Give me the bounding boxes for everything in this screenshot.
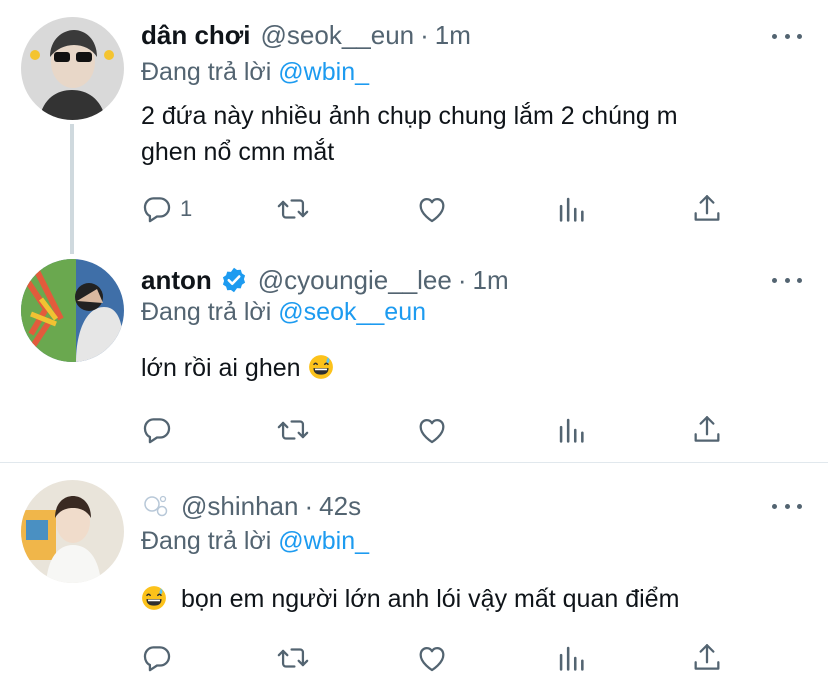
grinning-sweat-emoji xyxy=(308,354,334,380)
avatar[interactable] xyxy=(21,17,124,120)
analytics-button[interactable] xyxy=(554,191,588,227)
reply-button[interactable] xyxy=(140,640,174,676)
replying-to: Đang trả lời @wbin_ xyxy=(141,527,369,556)
separator-dot: · xyxy=(457,264,467,295)
tweet-2[interactable]: anton @cyoungie__lee · 1m Đang trả lời @… xyxy=(0,250,828,462)
tweet-text: bọn em người lớn anh lói vậy mất quan đi… xyxy=(141,581,801,617)
tweet-header: dân chơi @seok__eun · 1m xyxy=(141,18,471,52)
user-handle[interactable]: @cyoungie__lee xyxy=(258,265,452,296)
tweet-text: 2 đứa này nhiều ảnh chụp chung lắm 2 chú… xyxy=(141,98,801,170)
share-icon xyxy=(690,192,724,226)
reply-icon xyxy=(140,641,174,675)
retweet-button[interactable] xyxy=(276,412,310,448)
display-name[interactable]: dân chơi xyxy=(141,20,251,51)
analytics-icon xyxy=(554,413,588,447)
user-handle[interactable]: @seok__eun xyxy=(261,20,415,51)
reply-icon xyxy=(140,413,174,447)
tweet-3[interactable]: @shinhan · 42s Đang trả lời @wbin_ bọn e… xyxy=(0,463,828,693)
heart-icon xyxy=(415,413,449,447)
thread-line xyxy=(70,124,74,254)
tweet-text: lớn rồi ai ghen xyxy=(141,350,801,386)
heart-icon xyxy=(415,192,449,226)
timestamp[interactable]: 1m xyxy=(473,265,509,296)
share-button[interactable] xyxy=(690,412,724,448)
more-options-icon[interactable] xyxy=(772,501,802,511)
tweet-text-line: 2 đứa này nhiều ảnh chụp chung lắm 2 chú… xyxy=(141,102,678,130)
replying-to: Đang trả lời @seok__eun xyxy=(141,298,426,327)
share-icon xyxy=(690,641,724,675)
share-button[interactable] xyxy=(690,640,724,676)
replying-to-label: Đang trả lời xyxy=(141,58,272,86)
analytics-icon xyxy=(554,641,588,675)
reply-button[interactable] xyxy=(140,412,174,448)
share-button[interactable] xyxy=(690,191,724,227)
tweet-text-content: lớn rồi ai ghen xyxy=(141,354,301,382)
avatar[interactable] xyxy=(21,480,124,583)
retweet-button[interactable] xyxy=(276,191,310,227)
analytics-button[interactable] xyxy=(554,640,588,676)
like-button[interactable] xyxy=(415,412,449,448)
retweet-icon xyxy=(276,413,310,447)
retweet-icon xyxy=(276,641,310,675)
analytics-icon xyxy=(554,192,588,226)
display-name[interactable]: anton xyxy=(141,265,212,296)
replying-to-label: Đang trả lời xyxy=(141,298,272,326)
tweet-1[interactable]: dân chơi @seok__eun · 1m Đang trả lời @w… xyxy=(0,0,828,254)
grinning-sweat-emoji xyxy=(141,585,167,611)
action-bar: 1 xyxy=(140,191,740,227)
retweet-button[interactable] xyxy=(276,640,310,676)
timestamp[interactable]: 1m xyxy=(435,20,471,51)
reply-count: 1 xyxy=(180,196,193,221)
tweet-text-line: ghen nổ cmn mắt xyxy=(141,138,335,166)
mention-link[interactable]: @wbin_ xyxy=(278,527,369,555)
user-handle[interactable]: @shinhan xyxy=(181,491,298,522)
reply-icon xyxy=(140,192,174,226)
tweet-header: anton @cyoungie__lee · 1m xyxy=(141,263,509,297)
like-button[interactable] xyxy=(415,640,449,676)
replying-to-label: Đang trả lời xyxy=(141,527,272,555)
tweet-text-content: bọn em người lớn anh lói vậy mất quan đi… xyxy=(181,585,680,613)
separator-dot: · xyxy=(420,19,429,50)
mention-link[interactable]: @seok__eun xyxy=(278,298,426,326)
reply-button[interactable]: 1 xyxy=(140,191,192,227)
more-options-icon[interactable] xyxy=(772,31,802,41)
action-bar xyxy=(140,412,740,448)
separator-dot: · xyxy=(304,490,314,521)
analytics-button[interactable] xyxy=(554,412,588,448)
action-bar xyxy=(140,640,740,676)
more-options-icon[interactable] xyxy=(772,275,802,285)
retweet-icon xyxy=(276,192,310,226)
verified-badge-icon xyxy=(222,267,245,293)
mention-link[interactable]: @wbin_ xyxy=(278,58,369,86)
tweet-header: @shinhan · 42s xyxy=(141,489,361,523)
timestamp[interactable]: 42s xyxy=(319,491,361,522)
share-icon xyxy=(690,413,724,447)
like-button[interactable] xyxy=(415,191,449,227)
avatar[interactable] xyxy=(21,259,124,362)
heart-icon xyxy=(415,641,449,675)
replying-to: Đang trả lời @wbin_ xyxy=(141,58,369,87)
bubbles-icon xyxy=(144,495,168,517)
